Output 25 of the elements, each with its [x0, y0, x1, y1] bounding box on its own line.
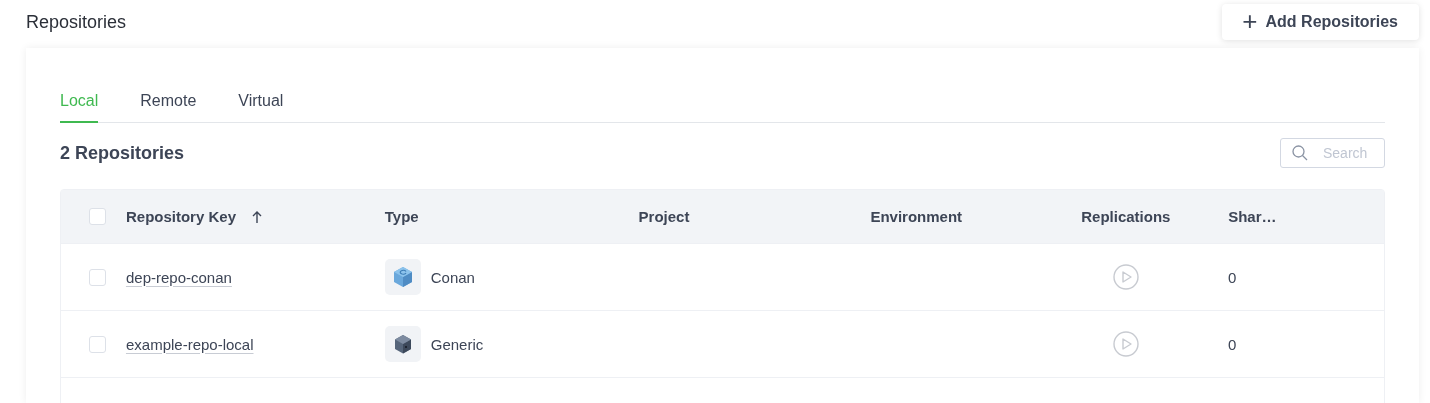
- row-checkbox[interactable]: [88, 335, 106, 353]
- tab[interactable]: Remote: [140, 84, 197, 123]
- repository-type: Conan: [430, 268, 475, 286]
- play-icon[interactable]: [1113, 331, 1140, 357]
- column-header[interactable]: Project: [638, 208, 690, 225]
- table-cell: 0: [1228, 335, 1237, 353]
- page-title: Repositories: [26, 12, 127, 33]
- column-header[interactable]: Shar…: [1228, 208, 1277, 225]
- play-icon[interactable]: [1113, 264, 1140, 290]
- column-header[interactable]: Environment: [870, 208, 963, 225]
- row-checkbox[interactable]: [88, 268, 106, 286]
- column-header[interactable]: Replications: [1081, 208, 1171, 225]
- repository-link[interactable]: dep-repo-conan: [125, 268, 232, 286]
- repository-link[interactable]: example-repo-local: [125, 335, 254, 353]
- select-all-checkbox[interactable]: [88, 208, 106, 225]
- sort-up-arrow-icon[interactable]: [252, 210, 262, 223]
- add-repositories-button[interactable]: + Add Repositories: [1222, 4, 1419, 40]
- repository-type: Generic: [430, 335, 484, 353]
- search-icon: [1292, 145, 1308, 161]
- table-cell: 0: [1228, 268, 1237, 286]
- search-field[interactable]: Search: [1280, 138, 1385, 168]
- column-header[interactable]: Repository Key: [125, 208, 236, 225]
- column-header[interactable]: Type: [384, 208, 419, 225]
- repository-count: 2 Repositories: [60, 142, 185, 164]
- tab[interactable]: Virtual: [238, 84, 284, 123]
